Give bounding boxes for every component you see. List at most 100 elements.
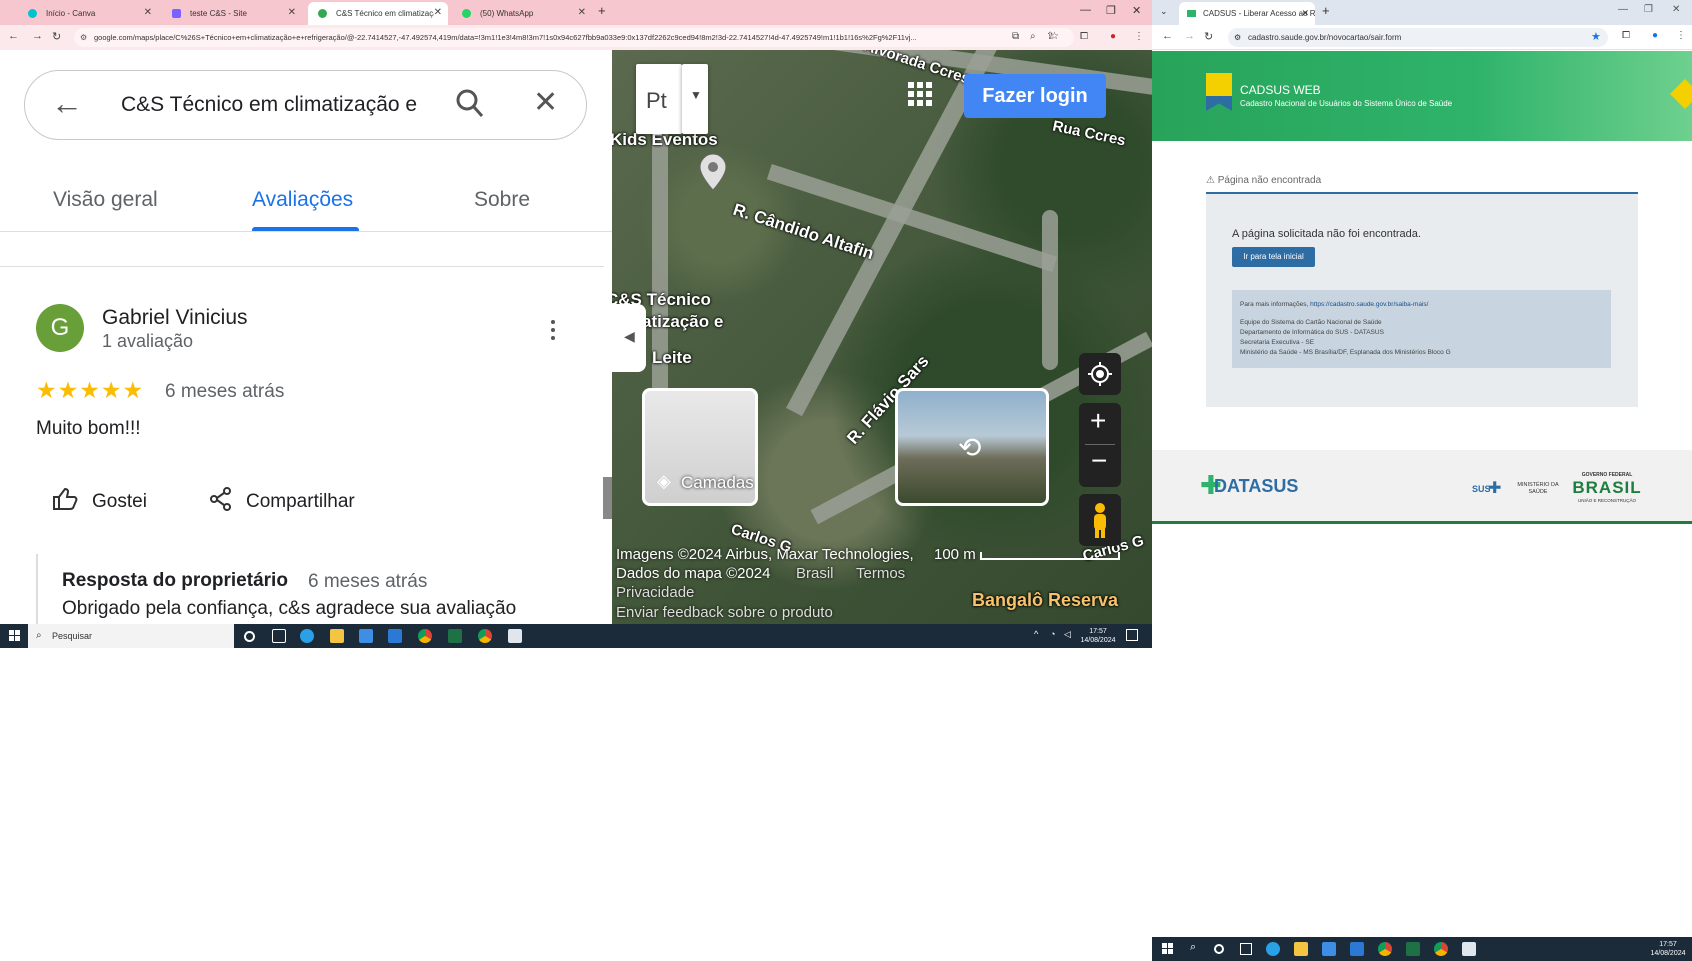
minimize-icon[interactable]: — [1080,4,1091,16]
tab-site[interactable]: teste C&S - Site ✕ [162,2,302,25]
volume-icon[interactable]: ◁ [1064,629,1071,640]
restore-icon[interactable]: ❐ [1106,4,1116,17]
bookmark-icon[interactable]: ☆ [1050,31,1059,42]
minimize-icon[interactable]: — [1618,4,1628,15]
menu-icon[interactable]: ⋮ [1676,30,1686,41]
restore-icon[interactable]: ❐ [1644,4,1653,15]
edge-icon[interactable] [300,629,314,643]
feedback-link[interactable]: Enviar feedback sobre o produto [616,604,833,621]
cortana-icon[interactable] [1214,944,1224,954]
reload-icon[interactable]: ↻ [52,30,61,43]
zoom-icon[interactable]: ⌕ [1030,31,1036,42]
map-pin-icon[interactable] [699,153,727,191]
chrome-profile-icon[interactable] [1434,942,1448,956]
chrome-icon[interactable] [418,629,432,643]
close-tab-icon[interactable]: ✕ [288,7,296,18]
terms-link[interactable]: Termos [856,565,905,582]
like-button[interactable]: Gostei [52,482,147,522]
file-explorer-icon[interactable] [1294,942,1308,956]
zoom-out-icon[interactable]: − [1091,445,1107,477]
close-tab-icon[interactable]: ✕ [434,7,442,18]
search-icon[interactable]: ⌕ [1190,941,1196,954]
profile-icon[interactable]: ● [1652,30,1658,41]
street-view-pegman[interactable] [1079,494,1121,546]
notifications-icon[interactable] [1126,629,1138,641]
tab-search-icon[interactable]: ⌄ [1160,6,1168,17]
search-input[interactable]: C&S Técnico em climatização e [121,93,429,117]
country-link[interactable]: Brasil [796,565,834,582]
app-icon[interactable] [508,629,522,643]
site-info-icon[interactable]: ⚙ [1234,28,1241,47]
menu-icon[interactable]: ⋮ [1134,31,1144,42]
back-arrow-icon[interactable]: ← [51,85,83,122]
tab-about[interactable]: Sobre [474,188,530,212]
search-box[interactable]: ← C&S Técnico em climatização e ✕ [24,70,587,140]
home-button[interactable]: Ir para tela inicial [1232,247,1315,267]
map-type-button[interactable]: Pt [636,64,682,134]
tab-whatsapp[interactable]: (50) WhatsApp ✕ [452,2,592,25]
close-tab-icon[interactable]: ✕ [578,7,586,18]
reload-icon[interactable]: ↻ [1204,30,1213,43]
tab-canva[interactable]: Início - Canva ✕ [18,2,158,25]
more-options-icon[interactable] [548,318,558,342]
close-tab-icon[interactable]: ✕ [144,7,152,18]
extensions-icon[interactable]: ⧠ [1622,30,1630,41]
cortana-icon[interactable] [244,631,255,642]
close-window-icon[interactable]: ✕ [1672,4,1680,15]
tab-cadsus[interactable]: CADSUS - Liberar Acesso ao Re ✕ [1179,2,1315,25]
chrome-icon[interactable] [1378,942,1392,956]
url-field[interactable]: ⚙ google.com/maps/place/C%26S+Técnico+em… [74,28,1074,47]
close-tab-icon[interactable]: ✕ [1301,2,1309,25]
new-tab-icon[interactable]: + [1322,3,1330,18]
chrome-profile-icon[interactable] [478,629,492,643]
map-canvas[interactable]: Alvorada Ccres Rua Ccres Kids Eventos R.… [612,50,1152,624]
excel-icon[interactable] [448,629,462,643]
app-icon[interactable] [1462,942,1476,956]
tray-chevron-icon[interactable]: ^ [1034,629,1038,639]
map-type-dropdown[interactable]: ▼ [682,64,708,134]
tab-maps[interactable]: C&S Técnico em climatização e ✕ [308,2,448,25]
profile-icon[interactable]: ● [1110,31,1116,42]
store-icon[interactable] [359,629,373,643]
extensions-icon[interactable]: ⧠ [1080,31,1088,42]
zoom-in-icon[interactable]: + [1090,405,1106,437]
login-button[interactable]: Fazer login [964,74,1106,118]
site-info-icon[interactable]: ⚙ [80,28,87,47]
excel-icon[interactable] [1406,942,1420,956]
clear-icon[interactable]: ✕ [533,85,558,120]
forward-icon[interactable]: → [32,30,43,42]
back-icon[interactable]: ← [8,30,19,42]
privacy-link[interactable]: Privacidade [616,584,694,601]
bookmark-star-icon[interactable]: ★ [1591,30,1601,43]
share-button[interactable]: Compartilhar [210,482,355,522]
taskbar-search[interactable]: ⌕ Pesquisar [28,624,234,648]
street-view-thumbnail[interactable]: ⟲ [895,388,1049,506]
mail-icon[interactable] [388,629,402,643]
scrollbar-thumb[interactable] [603,477,612,519]
layers-button[interactable]: ◈ Camadas [642,388,758,506]
reviewer-name[interactable]: Gabriel Vinicius [102,306,248,330]
url-field[interactable]: ⚙ cadastro.saude.gov.br/novocartao/sair.… [1228,28,1608,47]
install-icon[interactable]: ⧉ [1012,31,1019,42]
windows-start-icon[interactable] [9,630,20,641]
tab-reviews[interactable]: Avaliações [252,188,353,212]
task-view-icon[interactable] [1240,943,1252,955]
my-location-button[interactable] [1079,353,1121,395]
store-icon[interactable] [1322,942,1336,956]
info-link[interactable]: https://cadastro.saude.gov.br/saiba-mais… [1310,301,1428,308]
back-icon[interactable]: ← [1162,30,1173,42]
mail-icon[interactable] [1350,942,1364,956]
edge-icon[interactable] [1266,942,1280,956]
forward-icon[interactable]: → [1184,30,1195,42]
search-icon[interactable] [455,88,485,125]
close-window-icon[interactable]: ✕ [1132,4,1141,17]
scale-label[interactable]: 100 m [934,546,976,563]
collapse-panel-button[interactable]: ◀ [612,304,646,372]
new-tab-icon[interactable]: + [598,3,606,18]
windows-start-icon[interactable] [1162,943,1173,954]
tab-overview[interactable]: Visão geral [53,188,158,212]
task-view-icon[interactable] [272,629,286,643]
clock[interactable]: 17:57 14/08/2024 [1078,627,1118,645]
file-explorer-icon[interactable] [330,629,344,643]
clock[interactable]: 17:57 14/08/2024 [1648,940,1688,958]
